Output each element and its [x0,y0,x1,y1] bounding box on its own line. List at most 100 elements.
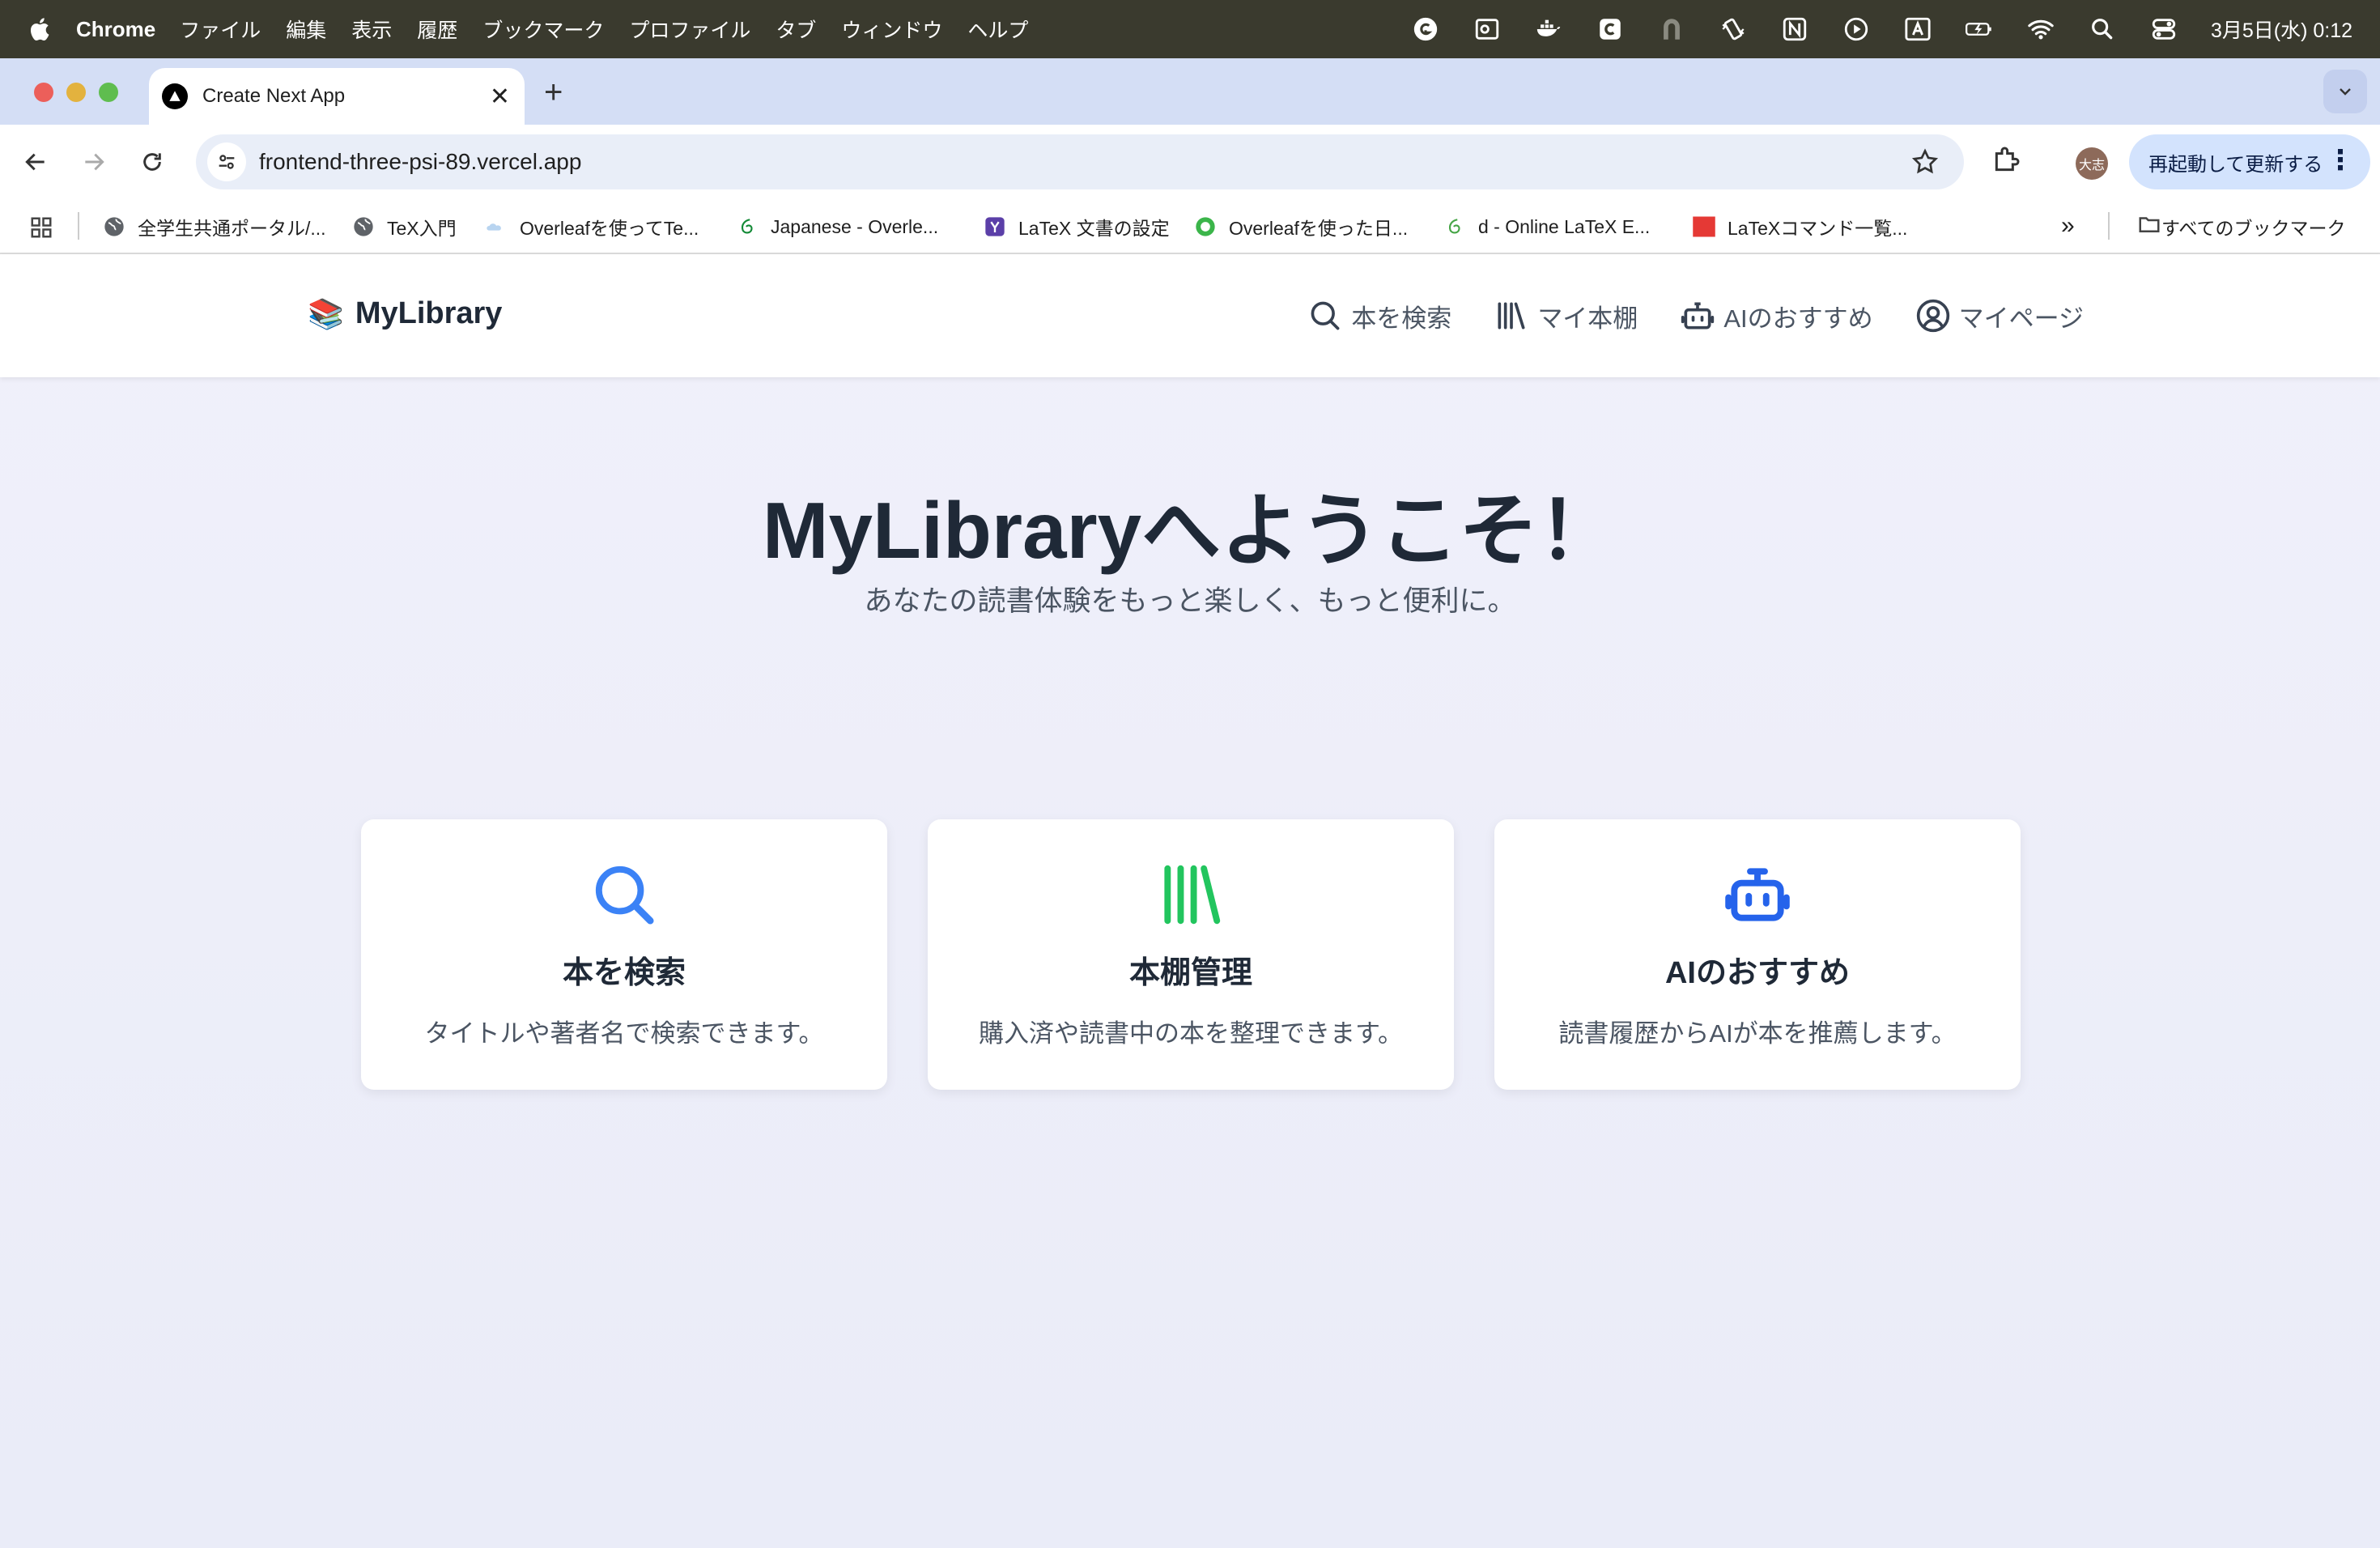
menu-window[interactable]: ウィンドウ [841,15,942,44]
macos-menubar: Chrome ファイル 編集 表示 履歴 ブックマーク プロファイル タブ ウィ… [0,0,2380,58]
bookmark-separator [78,212,79,240]
nav-ai-link[interactable]: AIのおすすめ [1680,298,1873,334]
outlook-icon[interactable] [1473,15,1502,44]
control-center-icon[interactable] [2149,15,2178,44]
clipboard-app-icon[interactable] [1596,15,1625,44]
bookmark-item[interactable]: 全学生共通ポータル/... [102,199,326,254]
bookmark-separator [2108,212,2110,240]
card-title: AIのおすすめ [1664,956,1850,990]
more-bookmarks-chevron-icon[interactable]: » [2061,212,2075,240]
menu-tab[interactable]: タブ [776,15,816,44]
nav-mypage-link[interactable]: マイページ [1915,298,2084,334]
hero-subtitle: あなたの読書体験をもっと楽しく、もっと便利に。 [864,585,1516,617]
robot-icon [1725,868,1790,921]
bookmark-item[interactable]: d - Online LaTeX E... [1443,199,1650,254]
red-square-icon [1692,215,1716,239]
menu-edit[interactable]: 編集 [286,15,326,44]
site-header: 📚 MyLibrary 本を検索 マイ本棚 AIのおすすめ マイページ [0,254,2380,377]
bookmark-item[interactable]: Overleafを使った日... [1193,199,1408,254]
zoom-window-button[interactable] [99,83,118,102]
extensions-puzzle-icon[interactable] [1990,144,2022,181]
bookmark-item[interactable]: Japanese - Overle... [735,199,938,254]
browser-toolbar: frontend-three-psi-89.vercel.app 大志 再起動し… [0,125,2380,199]
bookmark-label: Overleafを使ってTe... [520,218,699,239]
more-menu-icon[interactable]: ⋮ [2327,144,2354,176]
profile-avatar[interactable]: 大志 [2076,147,2108,180]
bookmark-item[interactable]: Overleafを使ってTe... [484,199,699,254]
menu-bookmarks[interactable]: ブックマーク [482,15,604,44]
site-logo-text: MyLibrary [355,296,503,330]
play-icon[interactable] [1842,15,1871,44]
back-button[interactable] [18,144,53,180]
card-description: タイトルや著者名で検索できます。 [424,1019,824,1048]
browser-tab[interactable]: Create Next App ✕ [149,68,525,125]
close-window-button[interactable] [34,83,53,102]
globe-icon [351,215,376,239]
cloud-icon [484,215,508,239]
card-description: 購入済や読書中の本を整理できます。 [979,1019,1403,1048]
menu-file[interactable]: ファイル [180,15,261,44]
y-icon [983,215,1007,239]
app-name[interactable]: Chrome [76,17,155,42]
bookshelf-icon [1164,865,1221,925]
apps-grid-icon[interactable] [29,215,53,245]
overleaf-icon [1443,215,1467,239]
docker-icon[interactable] [1534,15,1563,44]
nav-mypage-label: マイページ [1958,304,2084,333]
arch-icon[interactable] [1657,15,1686,44]
new-tab-button[interactable]: + [544,74,563,111]
tab-search-button[interactable] [2323,70,2367,113]
tab-title: Create Next App [202,85,346,107]
menu-help[interactable]: ヘルプ [967,15,1028,44]
menu-profile[interactable]: プロファイル [629,15,750,44]
tab-strip: Create Next App ✕ + [0,58,2380,125]
bookmark-star-icon[interactable] [1910,147,1940,181]
bookmark-label: Overleafを使った日... [1229,218,1409,239]
relaunch-update-button[interactable]: 再起動して更新する ⋮ [2129,134,2370,189]
bookmark-label: LaTeX 文書の設定 [1018,218,1170,239]
notion-icon[interactable] [1780,15,1809,44]
user-circle-icon [1916,299,1949,333]
nav-search-link[interactable]: 本を検索 [1307,298,1451,334]
site-info-icon[interactable] [207,142,246,181]
apple-icon[interactable] [28,13,55,45]
battery-icon[interactable] [1965,15,1994,44]
reload-icon [143,153,161,171]
card-description: 読書履歴からAIが本を推薦します。 [1558,1019,1957,1048]
web-page: 📚 MyLibrary 本を検索 マイ本棚 AIのおすすめ マイページ MyLi… [0,254,2380,1548]
menu-view[interactable]: 表示 [351,15,392,44]
bookmark-label: 全学生共通ポータル/... [138,218,326,239]
input-method-icon[interactable] [1903,15,1932,44]
site-nav: 本を検索 マイ本棚 AIのおすすめ マイページ [1307,293,2380,338]
grammarly-icon[interactable] [1411,15,1440,44]
overleaf-icon [735,215,759,239]
minimize-window-button[interactable] [66,83,86,102]
menu-history[interactable]: 履歴 [417,15,457,44]
feature-card-ai[interactable]: AIのおすすめ 読書履歴からAIが本を推薦します。 [1494,819,2021,1090]
globe-icon [102,215,126,239]
menubar-clock[interactable]: 3月5日(水) 0:12 [2211,15,2352,44]
nav-ai-label: AIのおすすめ [1723,304,1873,333]
feature-card-shelf[interactable]: 本棚管理 購入済や読書中の本を整理できます。 [928,819,1454,1090]
bookmark-item[interactable]: TeX入門 [351,199,457,254]
card-title: 本を検索 [562,956,686,990]
bookmark-item[interactable]: LaTeX 文書の設定 [983,199,1170,254]
forward-button[interactable] [76,144,112,180]
url-text[interactable]: frontend-three-psi-89.vercel.app [259,149,581,175]
vibration-icon[interactable] [1719,15,1748,44]
feature-cards: 本を検索 タイトルや著者名で検索できます。 本棚管理 購入済や読書中の本を整理で… [361,819,2021,1090]
bookmark-item[interactable]: LaTeXコマンド一覧... [1692,199,1907,254]
all-bookmarks-folder[interactable]: すべてのブックマーク [2137,199,2345,254]
robot-icon [1681,302,1715,330]
site-logo[interactable]: 📚 MyLibrary [308,296,502,331]
spotlight-search-icon[interactable] [2088,15,2117,44]
relaunch-label: 再起動して更新する [2148,153,2323,176]
feature-card-search[interactable]: 本を検索 タイトルや著者名で検索できます。 [361,819,887,1090]
nav-shelf-link[interactable]: マイ本棚 [1494,298,1638,334]
close-tab-icon[interactable]: ✕ [490,83,510,111]
nav-search-label: 本を検索 [1351,304,1452,333]
bookmark-label: d - Online LaTeX E... [1478,215,1651,237]
reload-button[interactable] [134,144,170,180]
address-bar[interactable]: frontend-three-psi-89.vercel.app [196,134,1964,189]
wifi-icon[interactable] [2026,15,2055,44]
